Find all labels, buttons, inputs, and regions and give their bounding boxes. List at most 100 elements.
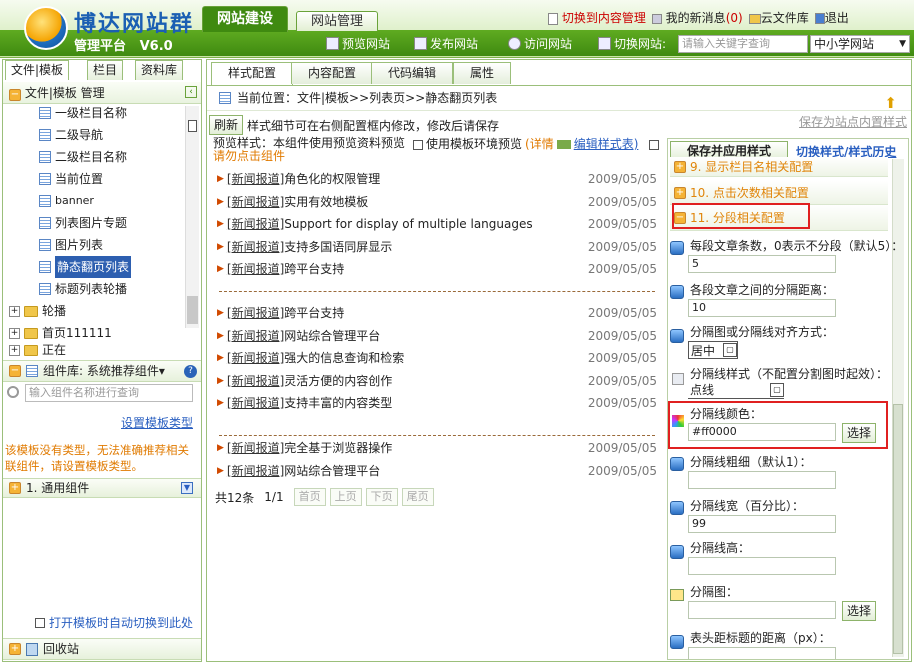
tree-item-banner[interactable]: banner bbox=[39, 190, 94, 212]
news-title[interactable]: 强大的信息查询和检索 bbox=[284, 347, 404, 369]
tree-item-static-paging[interactable]: 静态翻页列表 bbox=[39, 256, 132, 278]
last-page-button[interactable]: 尾页 bbox=[401, 488, 434, 506]
next-page-button[interactable]: 下页 bbox=[365, 488, 398, 506]
news-category[interactable]: [新闻报道] bbox=[227, 191, 284, 213]
news-title[interactable]: 完全基于浏览器操作 bbox=[284, 437, 392, 459]
tab-site-build[interactable]: 网站建设 bbox=[202, 6, 288, 32]
help-icon[interactable]: ? bbox=[184, 365, 197, 378]
news-category[interactable]: [新闻报道] bbox=[227, 168, 284, 190]
tree-item-image-topic[interactable]: 列表图片专题 bbox=[39, 212, 127, 234]
tree-item-subnav[interactable]: 二级导航 bbox=[39, 124, 103, 146]
choose-color-button[interactable]: 选择 bbox=[842, 423, 877, 443]
save-internal-style-link[interactable]: 保存为站点内置样式 bbox=[799, 113, 907, 130]
line-color-input[interactable]: #ff0000 bbox=[688, 423, 836, 441]
tree-item-image-list[interactable]: 图片列表 bbox=[39, 234, 103, 256]
news-title[interactable]: 支持多国语同屏显示 bbox=[284, 236, 392, 258]
tree-item-title-carousel[interactable]: 标题列表轮播 bbox=[39, 278, 127, 300]
tree-item-location[interactable]: 当前位置 bbox=[39, 168, 103, 190]
news-title[interactable]: 跨平台支持 bbox=[284, 258, 344, 280]
refresh-button[interactable]: 刷新 bbox=[209, 115, 244, 135]
line-height-input[interactable] bbox=[688, 557, 836, 575]
news-title[interactable]: 实用有效地模板 bbox=[284, 191, 368, 213]
download-icon[interactable]: ▼ bbox=[181, 482, 193, 494]
tab-column[interactable]: 栏目 bbox=[87, 60, 124, 80]
cloud-files-link[interactable]: 云文件库 bbox=[748, 9, 809, 26]
tree-item-level2[interactable]: 二级栏目名称 bbox=[39, 146, 127, 168]
news-item[interactable]: ▶ [新闻报道] 支持丰富的内容类型 2009/05/05 bbox=[217, 392, 657, 414]
preview-site-button[interactable]: 预览网站 bbox=[326, 35, 390, 52]
news-item[interactable]: ▶ [新闻报道] 角色化的权限管理 2009/05/05 bbox=[217, 168, 657, 190]
news-item[interactable]: ▶ [新闻报道] 强大的信息查询和检索 2009/05/05 bbox=[217, 347, 657, 369]
expand-icon[interactable]: + bbox=[9, 344, 20, 356]
checkbox-icon[interactable] bbox=[35, 617, 45, 628]
news-item[interactable]: ▶ [新闻报道] 网站综合管理平台 2009/05/05 bbox=[217, 325, 657, 347]
per-segment-input[interactable]: 5 bbox=[688, 255, 836, 273]
sep-image-input[interactable] bbox=[688, 601, 836, 619]
news-item[interactable]: ▶ [新闻报道] 灵活方便的内容创作 2009/05/05 bbox=[217, 370, 657, 392]
header-distance-input[interactable] bbox=[688, 647, 836, 659]
line-width-input[interactable]: 99 bbox=[688, 515, 836, 533]
switch-content-link[interactable]: 切换到内容管理 bbox=[548, 9, 646, 26]
tab-content-config[interactable]: 内容配置 bbox=[291, 62, 374, 84]
template-env-checkbox[interactable] bbox=[413, 139, 423, 150]
publish-site-button[interactable]: 发布网站 bbox=[414, 35, 478, 52]
news-item[interactable]: ▶ [新闻报道] 跨平台支持 2009/05/05 bbox=[217, 302, 657, 324]
tab-code-edit[interactable]: 代码编辑 bbox=[371, 62, 454, 84]
detail-link[interactable]: (详情 bbox=[525, 138, 554, 151]
tree-scrollbar[interactable] bbox=[185, 106, 199, 328]
section-column-name[interactable]: +9. 显示栏目名相关配置 bbox=[670, 157, 888, 177]
news-item[interactable]: ▶ [新闻报道] Support for display of multiple l… bbox=[217, 213, 657, 235]
news-category[interactable]: [新闻报道] bbox=[227, 236, 284, 258]
segment-distance-input[interactable]: 10 bbox=[688, 299, 836, 317]
collapse-left-icon[interactable]: ‹ bbox=[185, 86, 197, 98]
visit-site-button[interactable]: 访问网站 bbox=[508, 35, 572, 52]
line-style-select[interactable]: 点线 ▢ bbox=[688, 381, 784, 399]
news-title[interactable]: 角色化的权限管理 bbox=[284, 168, 380, 190]
edit-stylesheet-link[interactable]: 编辑样式表) bbox=[574, 138, 639, 151]
tab-file-template[interactable]: 文件|模板 bbox=[5, 60, 70, 80]
choose-image-button[interactable]: 选择 bbox=[842, 601, 877, 621]
recycle-bin[interactable]: + 回收站 bbox=[3, 638, 201, 660]
news-category[interactable]: [新闻报道] bbox=[227, 258, 284, 280]
tab-library[interactable]: 资料库 bbox=[135, 60, 184, 80]
prev-page-button[interactable]: 上页 bbox=[329, 488, 362, 506]
site-search-input[interactable]: 请输入关键字查询 bbox=[678, 35, 808, 53]
news-item[interactable]: ▶ [新闻报道] 实用有效地模板 2009/05/05 bbox=[217, 191, 657, 213]
restore-icon[interactable] bbox=[649, 139, 660, 150]
collapse-icon[interactable]: − bbox=[9, 365, 21, 377]
news-item[interactable]: ▶ [新闻报道] 网站综合管理平台 2009/05/05 bbox=[217, 460, 657, 482]
tree-item-level1[interactable]: 一级栏目名称 bbox=[39, 102, 127, 124]
news-title[interactable]: 网站综合管理平台 bbox=[284, 460, 380, 482]
align-select[interactable]: 居中 ▢ bbox=[688, 341, 738, 359]
tree-folder-current[interactable]: + 正在 bbox=[9, 342, 66, 358]
tree-folder-home[interactable]: + 首页111111 bbox=[9, 322, 112, 344]
tab-properties[interactable]: 属性 bbox=[453, 62, 512, 84]
news-category[interactable]: [新闻报道] bbox=[227, 302, 284, 324]
site-select[interactable]: 中小学网站 ▼ bbox=[810, 35, 910, 53]
logout-link[interactable]: 退出 bbox=[814, 9, 849, 26]
auto-switch-option[interactable]: 打开模板时自动切换到此处 bbox=[35, 614, 193, 631]
messages-link[interactable]: 我的新消息(0) bbox=[651, 9, 743, 26]
section-click-count[interactable]: +10. 点击次数相关配置 bbox=[670, 181, 888, 205]
news-item[interactable]: ▶ [新闻报道] 跨平台支持 2009/05/05 bbox=[217, 258, 657, 280]
news-item[interactable]: ▶ [新闻报道] 支持多国语同屏显示 2009/05/05 bbox=[217, 236, 657, 258]
expand-icon[interactable]: + bbox=[9, 305, 20, 317]
news-title[interactable]: 灵活方便的内容创作 bbox=[284, 370, 392, 392]
collapse-icon[interactable]: − bbox=[9, 89, 21, 101]
set-template-type-link[interactable]: 设置模板类型 bbox=[121, 414, 193, 431]
news-category[interactable]: [新闻报道] bbox=[227, 437, 284, 459]
tab-style-config[interactable]: 样式配置 bbox=[211, 62, 294, 85]
line-thickness-input[interactable] bbox=[688, 471, 836, 489]
news-category[interactable]: [新闻报道] bbox=[227, 213, 284, 235]
news-category[interactable]: [新闻报道] bbox=[227, 460, 284, 482]
component-search-input[interactable]: 输入组件名称进行查询 bbox=[25, 384, 193, 402]
news-category[interactable]: [新闻报道] bbox=[227, 392, 284, 414]
tab-site-manage[interactable]: 网站管理 bbox=[296, 11, 379, 31]
news-title[interactable]: 跨平台支持 bbox=[284, 302, 344, 324]
news-category[interactable]: [新闻报道] bbox=[227, 325, 284, 347]
expand-icon[interactable]: + bbox=[9, 327, 20, 339]
tree-folder-carousel[interactable]: + 轮播 bbox=[9, 300, 66, 322]
news-title[interactable]: Support for display of multiple language… bbox=[284, 213, 532, 235]
component-lib-select[interactable]: 组件库: 系统推荐组件▾ bbox=[43, 360, 165, 382]
component-group-general[interactable]: + 1. 通用组件 ▼ bbox=[3, 478, 201, 498]
